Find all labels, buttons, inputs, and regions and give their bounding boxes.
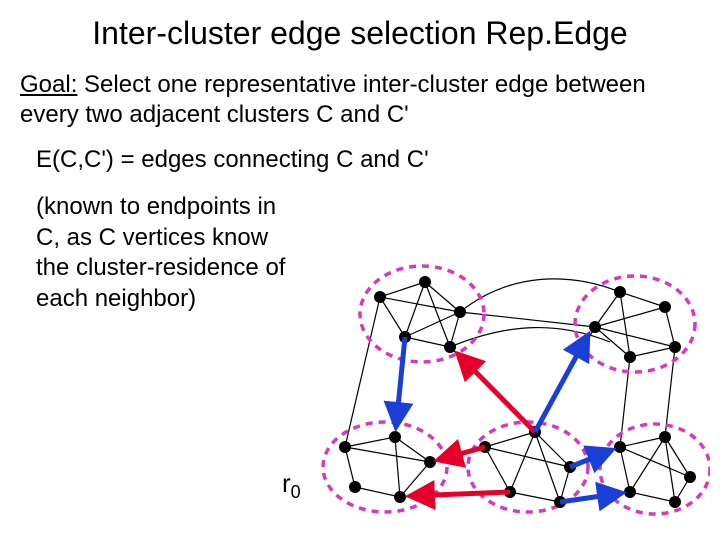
slide-title: Inter-cluster edge selection Rep.Edge: [20, 15, 700, 52]
r0-label: r0: [282, 468, 301, 503]
ecc-definition: E(C,C') = edges connecting C and C': [36, 146, 700, 174]
graph-edges: [345, 279, 690, 502]
goal-text: Select one representative inter-cluster …: [20, 71, 646, 128]
goal-paragraph: Goal: Select one representative inter-cl…: [20, 70, 700, 130]
goal-label: Goal:: [20, 71, 77, 98]
cluster-graph-diagram: [310, 262, 710, 532]
red-arrows: [410, 354, 535, 496]
known-note: (known to endpoints in C, as C vertices …: [36, 192, 296, 315]
